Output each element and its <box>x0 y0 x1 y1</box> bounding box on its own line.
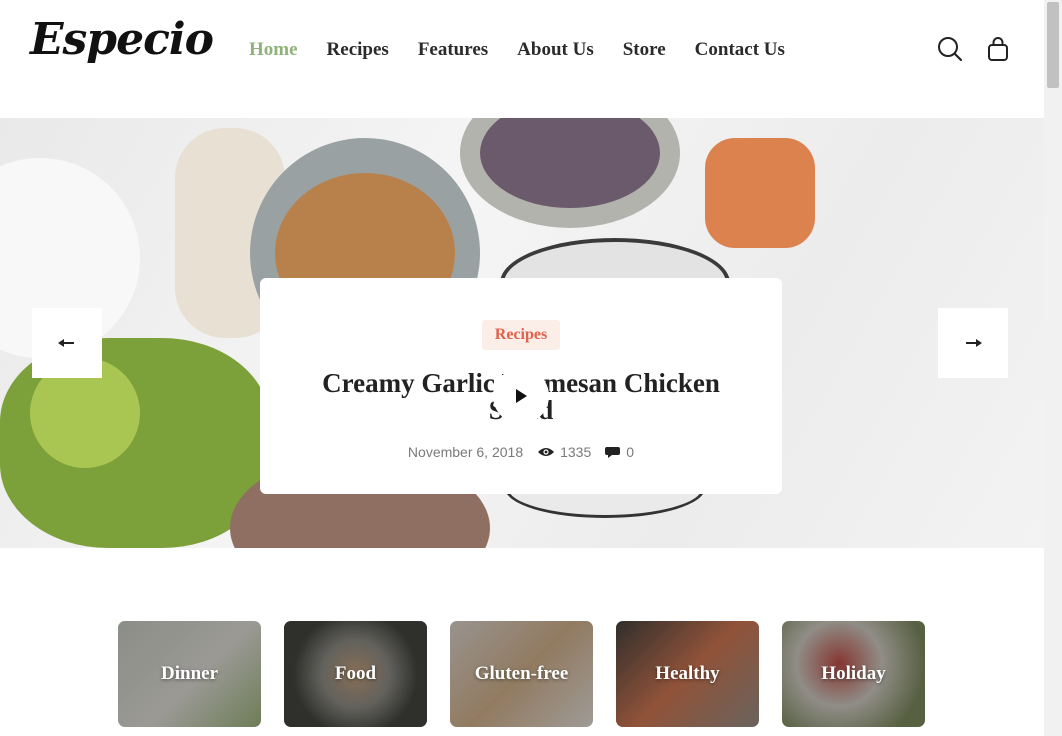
nav-item-about-us[interactable]: About Us <box>517 38 594 62</box>
category-holiday[interactable]: Holiday <box>782 621 925 727</box>
hero-image-honey-jar <box>705 138 815 248</box>
slider-prev-button[interactable] <box>32 308 102 378</box>
category-gluten-free[interactable]: Gluten-free <box>450 621 593 727</box>
post-date: November 6, 2018 <box>407 444 524 460</box>
slider-next-button[interactable] <box>938 308 1008 378</box>
nav-item-recipes[interactable]: Recipes <box>327 38 389 62</box>
nav-item-features[interactable]: Features <box>418 38 488 62</box>
category-label: Food <box>334 663 377 684</box>
hero-slider: Recipes Creamy Garlic Parmesan Chicken S… <box>0 118 1044 548</box>
search-icon[interactable] <box>937 36 963 62</box>
shopping-bag-icon[interactable] <box>987 36 1013 62</box>
scrollbar-thumb[interactable] <box>1047 2 1059 88</box>
category-list: Dinner Food Gluten-free Healthy Holiday <box>118 621 925 727</box>
play-video-button[interactable] <box>493 368 549 424</box>
post-views: 1335 <box>537 444 591 460</box>
arrow-right-icon <box>966 339 982 347</box>
site-header: Especio Home Recipes Features About Us S… <box>0 0 1044 118</box>
post-meta: November 6, 2018 1335 0 <box>260 444 782 460</box>
category-label: Gluten-free <box>474 663 569 684</box>
main-nav: Home Recipes Features About Us Store Con… <box>249 38 814 62</box>
site-logo[interactable]: Especio <box>30 14 214 65</box>
nav-item-contact-us[interactable]: Contact Us <box>695 38 785 62</box>
category-healthy[interactable]: Healthy <box>616 621 759 727</box>
play-icon <box>516 389 527 403</box>
nav-item-store[interactable]: Store <box>623 38 666 62</box>
category-food[interactable]: Food <box>284 621 427 727</box>
category-label: Dinner <box>161 663 218 684</box>
comment-icon <box>605 446 621 458</box>
post-comments[interactable]: 0 <box>605 444 634 460</box>
page-scrollbar[interactable] <box>1044 0 1062 736</box>
category-label: Holiday <box>821 663 886 684</box>
category-dinner[interactable]: Dinner <box>118 621 261 727</box>
arrow-left-icon <box>58 339 74 347</box>
category-label: Healthy <box>655 663 720 684</box>
nav-item-home[interactable]: Home <box>249 38 298 62</box>
category-tag[interactable]: Recipes <box>481 320 561 350</box>
eye-icon <box>538 448 555 456</box>
